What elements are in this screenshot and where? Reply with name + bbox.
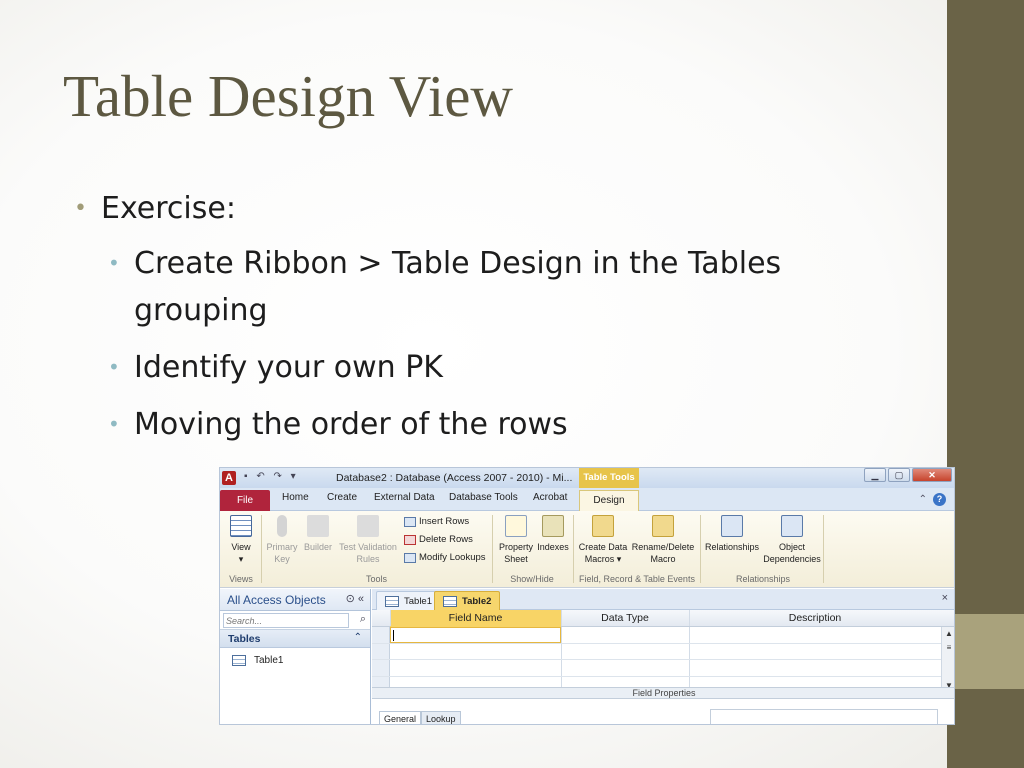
- scroll-up-icon[interactable]: ▲: [942, 627, 954, 641]
- property-help-box: [710, 709, 938, 724]
- group-label-views: Views: [229, 574, 253, 584]
- search-input[interactable]: [223, 613, 349, 628]
- field-name-cell-active[interactable]: [390, 627, 561, 643]
- column-description[interactable]: Description: [689, 612, 941, 624]
- indexes-icon: [542, 515, 564, 537]
- key-icon: [277, 515, 287, 537]
- tab-design[interactable]: Design: [579, 490, 639, 512]
- builder-wand-icon: [307, 515, 329, 537]
- scroll-thumb[interactable]: ≡: [942, 641, 954, 655]
- delete-rows-icon: [404, 534, 416, 545]
- bullet-dot-icon: •: [108, 355, 120, 379]
- close-icon[interactable]: ✕: [912, 468, 952, 482]
- group-label-field-record-table-events: Field, Record & Table Events: [579, 574, 695, 584]
- maximize-icon[interactable]: ▢: [888, 468, 910, 482]
- property-sheet-button[interactable]: Property Sheet: [496, 515, 536, 565]
- bullet-sub: • Create Ribbon > Table Design in the Tab…: [108, 240, 864, 334]
- tab-create[interactable]: Create: [327, 492, 357, 503]
- property-tabs: General Lookup: [379, 711, 461, 724]
- ribbon-controls: ⌃?: [919, 493, 946, 506]
- collapse-icon[interactable]: ⌃: [354, 632, 362, 643]
- tab-home[interactable]: Home: [282, 492, 309, 503]
- ribbon-tabs: File Home Create External Data Database …: [220, 488, 954, 512]
- table-row[interactable]: [372, 627, 954, 644]
- access-app-icon[interactable]: A: [222, 471, 236, 485]
- group-label-relationships: Relationships: [735, 574, 791, 584]
- tab-table1[interactable]: Table1: [376, 591, 441, 610]
- minimize-icon[interactable]: ▁: [864, 468, 886, 482]
- modify-lookups-icon: [404, 552, 416, 563]
- quick-access-toolbar[interactable]: ▪ ↶ ↷ ▾: [244, 471, 299, 482]
- bullet-dot-icon: •: [108, 251, 120, 275]
- access-window: A ▪ ↶ ↷ ▾ Database2 : Database (Access 2…: [219, 467, 955, 725]
- group-label-show-hide: Show/Hide: [510, 574, 554, 584]
- bullet-sub: • Identify your own PK: [108, 344, 864, 391]
- navigation-pane: All Access Objects⊙ « ⌕ Tables⌃ Table1: [220, 589, 371, 724]
- close-document-icon[interactable]: ×: [942, 592, 948, 604]
- table-row[interactable]: [372, 660, 954, 677]
- relationships-button[interactable]: Relationships: [704, 515, 760, 553]
- nav-group-tables[interactable]: Tables ⌃: [220, 630, 370, 648]
- nav-menu-icon[interactable]: ⊙ «: [346, 592, 364, 605]
- view-button[interactable]: View ▾: [229, 515, 253, 565]
- validation-icon: [357, 515, 379, 537]
- column-field-name[interactable]: Field Name: [390, 612, 561, 624]
- window-controls: ▁ ▢ ✕: [864, 468, 952, 482]
- modify-lookups-button[interactable]: Modify Lookups: [404, 552, 486, 563]
- nav-item-table1[interactable]: Table1: [220, 648, 370, 668]
- context-tab-table-tools: Table Tools: [579, 468, 639, 488]
- create-data-macros-button[interactable]: Create Data Macros ▾: [577, 515, 629, 565]
- delete-rows-button[interactable]: Delete Rows: [404, 534, 473, 545]
- column-data-type[interactable]: Data Type: [561, 612, 689, 624]
- table-icon: [232, 655, 246, 666]
- design-grid: Field Name Data Type Description ▲ ≡ ▼: [372, 610, 954, 693]
- vertical-scrollbar[interactable]: ▲ ≡ ▼: [941, 627, 954, 693]
- bullet-main: • Exercise:: [74, 186, 864, 232]
- title-bar: A ▪ ↶ ↷ ▾ Database2 : Database (Access 2…: [220, 468, 954, 488]
- bullet-sub: • Moving the order of the rows: [108, 401, 864, 448]
- data-macros-icon: [592, 515, 614, 537]
- group-label-tools: Tools: [366, 574, 388, 584]
- help-icon[interactable]: ?: [933, 493, 946, 506]
- tab-file[interactable]: File: [220, 490, 270, 511]
- tab-external-data[interactable]: External Data: [374, 492, 435, 503]
- ribbon: View ▾ Primary Key Builder Test Validatio…: [220, 511, 954, 588]
- test-validation-rules-button[interactable]: Test Validation Rules: [336, 515, 400, 565]
- tab-database-tools[interactable]: Database Tools: [449, 492, 518, 503]
- document-tabs: Table1 Table2 ×: [372, 589, 954, 611]
- table-row[interactable]: [372, 643, 954, 660]
- tab-lookup[interactable]: Lookup: [421, 711, 461, 724]
- bullet-dot-icon: •: [108, 412, 120, 436]
- builder-button[interactable]: Builder: [301, 515, 335, 553]
- object-dependencies-button[interactable]: Object Dependencies: [763, 515, 821, 565]
- rename-macro-icon: [652, 515, 674, 537]
- minimize-ribbon-icon[interactable]: ⌃: [919, 494, 927, 505]
- relationships-icon: [721, 515, 743, 537]
- window-title: Database2 : Database (Access 2007 - 2010…: [336, 472, 573, 484]
- insert-rows-icon: [404, 516, 416, 527]
- tab-table2[interactable]: Table2: [434, 591, 501, 611]
- nav-search-row: ⌕: [220, 611, 370, 630]
- slide-title: Table Design View: [63, 63, 514, 129]
- nav-pane-header[interactable]: All Access Objects ⊙ «: [220, 589, 370, 611]
- bullet-dot-icon: •: [74, 196, 87, 221]
- indexes-button[interactable]: Indexes: [536, 515, 570, 553]
- table-icon: [385, 595, 399, 607]
- tab-acrobat[interactable]: Acrobat: [533, 492, 567, 503]
- tab-general[interactable]: General: [379, 711, 422, 724]
- side-accent-block: [947, 614, 1024, 689]
- view-table-icon: [230, 515, 252, 537]
- rename-delete-macro-button[interactable]: Rename/Delete Macro: [630, 515, 696, 565]
- grid-header: Field Name Data Type Description: [372, 610, 954, 627]
- field-properties-bar: Field Properties: [372, 687, 954, 699]
- bullet-list: • Exercise: • Create Ribbon > Table Design…: [74, 186, 864, 458]
- document-area: Table1 Table2 × Field Name Data Type Des…: [372, 589, 954, 724]
- property-sheet-icon: [505, 515, 527, 537]
- search-icon[interactable]: ⌕: [360, 613, 366, 626]
- primary-key-button[interactable]: Primary Key: [264, 515, 300, 565]
- insert-rows-button[interactable]: Insert Rows: [404, 516, 469, 527]
- object-dependencies-icon: [781, 515, 803, 537]
- table-icon: [443, 596, 457, 607]
